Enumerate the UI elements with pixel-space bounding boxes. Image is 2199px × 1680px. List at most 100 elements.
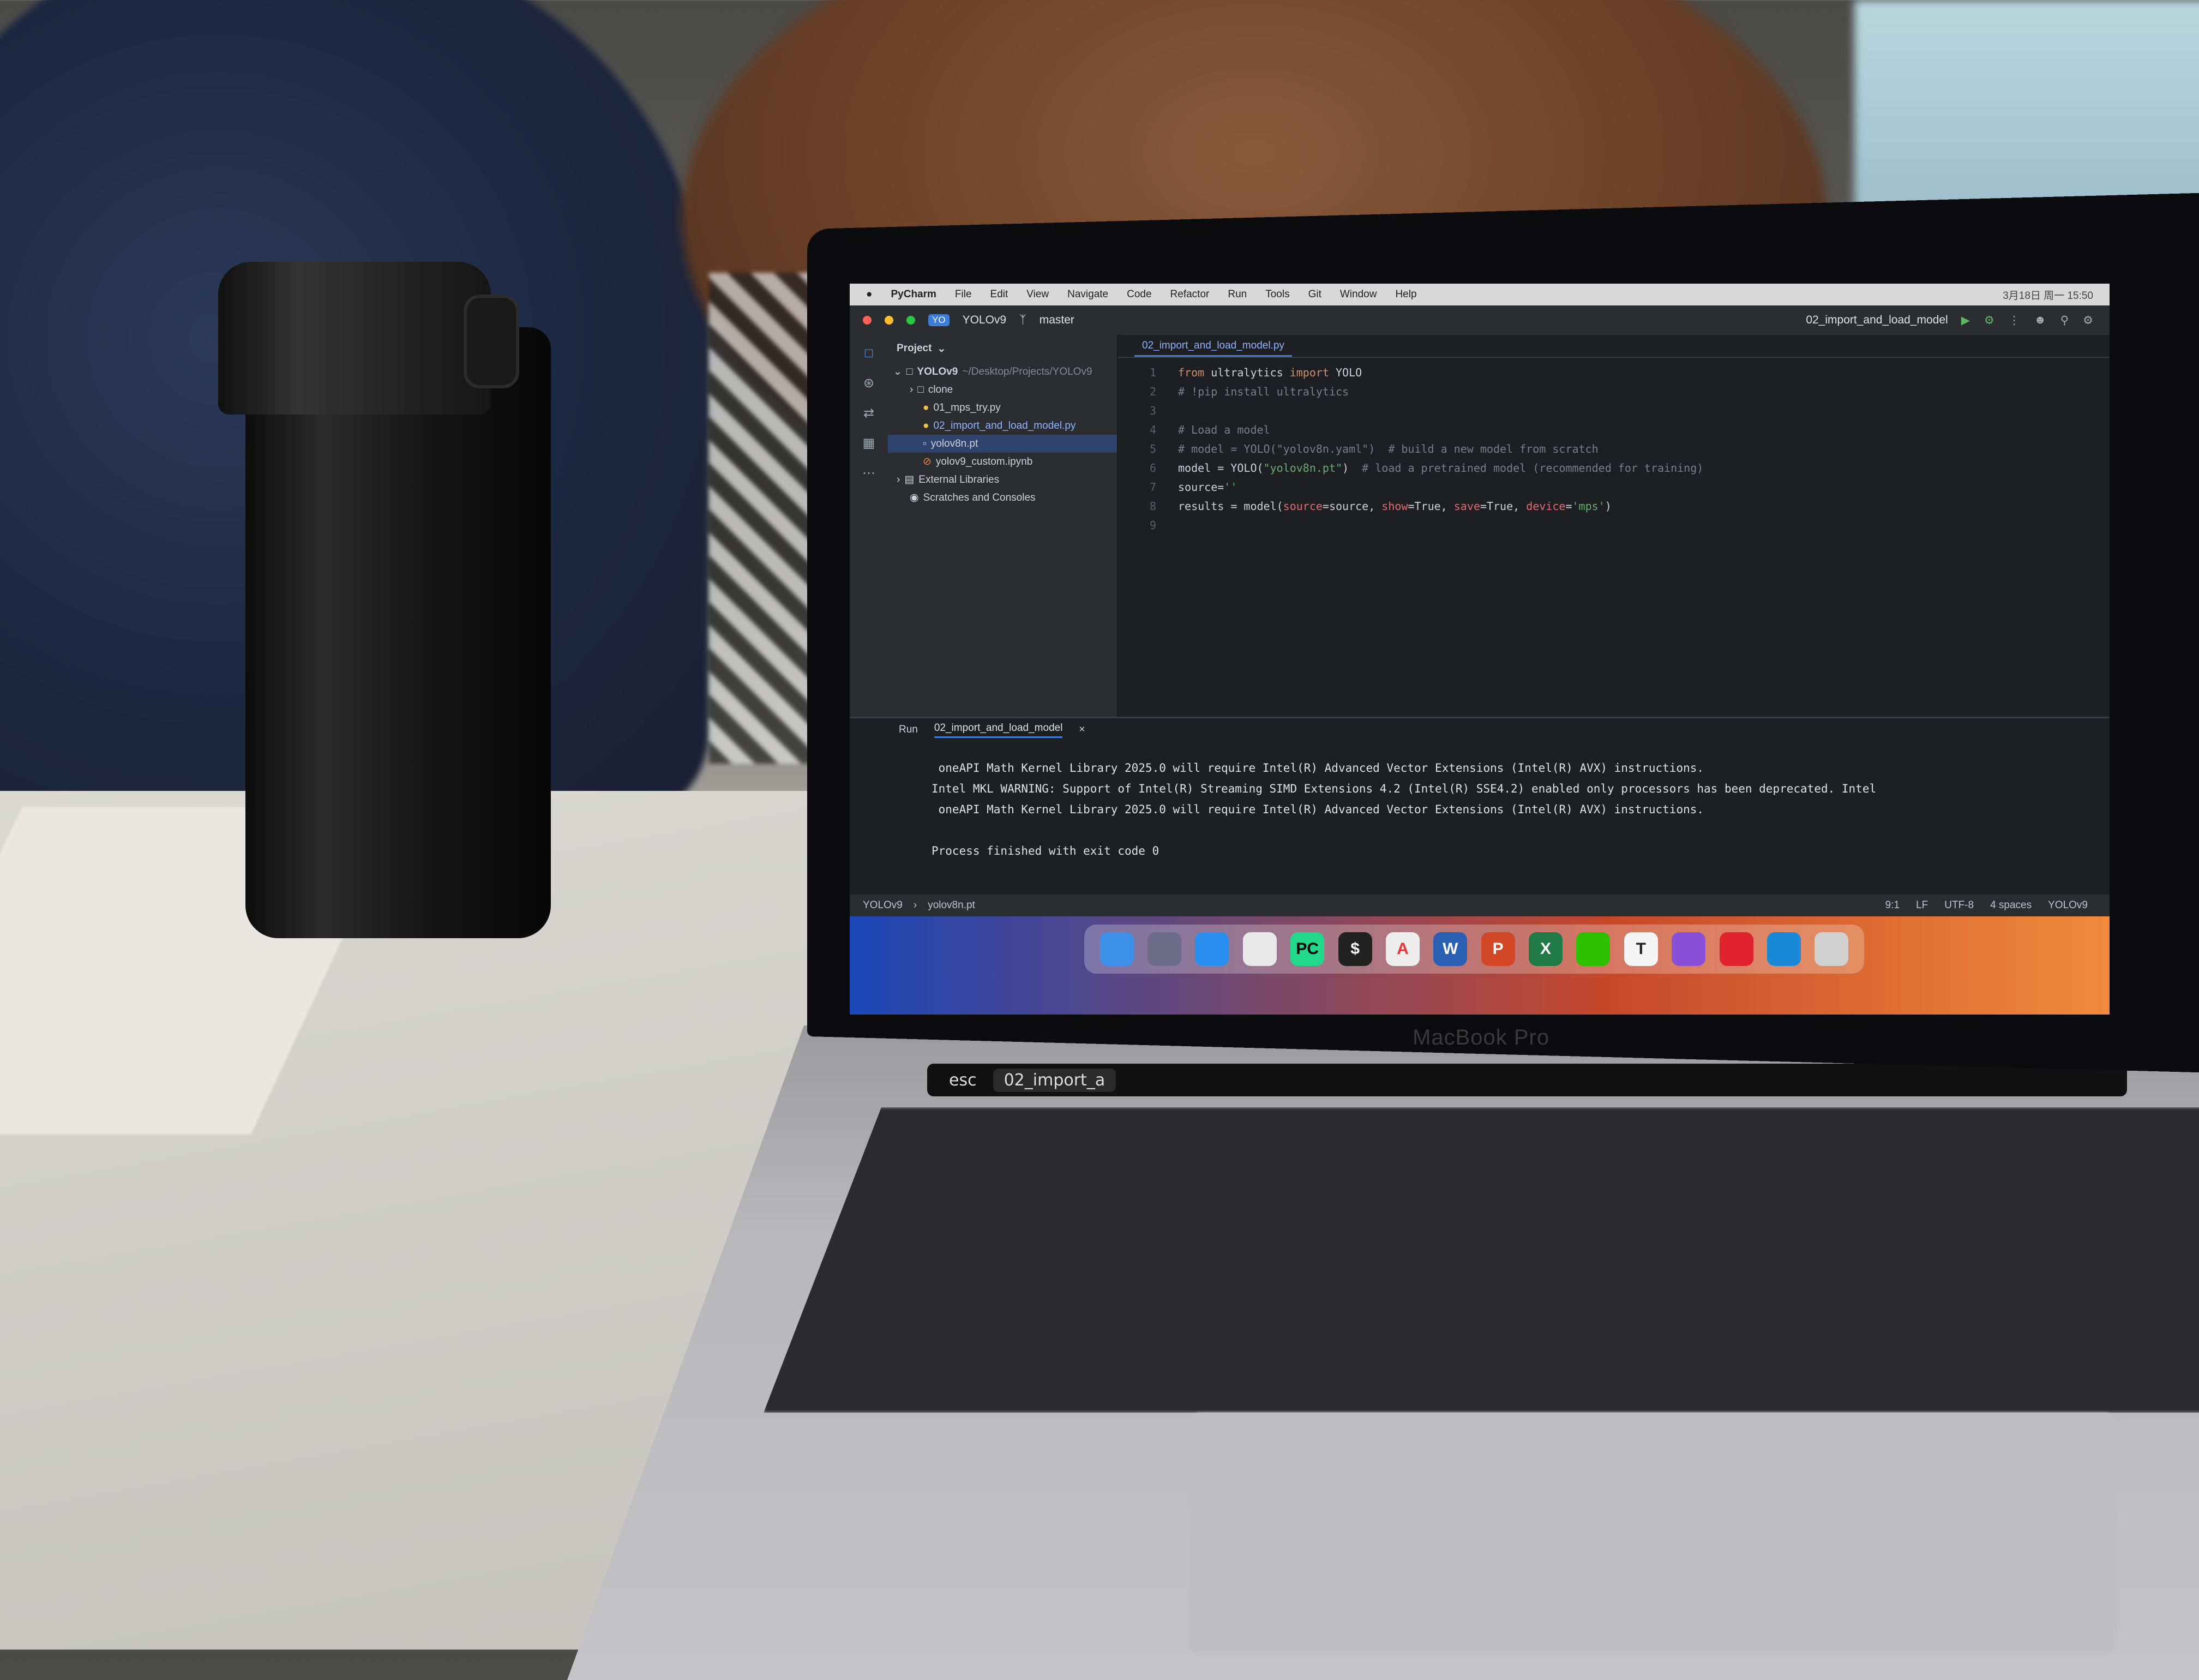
safari-icon[interactable]: [1195, 932, 1229, 966]
laptop-screen: ● PyCharm File Edit View Navigate Code R…: [850, 284, 2110, 1015]
menu-navigate[interactable]: Navigate: [1067, 289, 1108, 301]
editor-tab[interactable]: 02_import_and_load_model.py: [1134, 340, 1292, 357]
editor-tab-bar: 02_import_and_load_model.py: [1118, 335, 2110, 358]
app-store-icon[interactable]: A: [1385, 932, 1420, 966]
tree-item-root[interactable]: ⌄ □ YOLOv9 ~/Desktop/Projects/YOLOv9: [888, 363, 1117, 381]
search-icon[interactable]: ⚲: [2060, 314, 2069, 327]
finder-icon[interactable]: [1100, 932, 1134, 966]
netease-music-icon[interactable]: [1719, 932, 1753, 966]
menu-code[interactable]: Code: [1127, 289, 1151, 301]
tree-item-clone[interactable]: › □ clone: [888, 381, 1117, 399]
project-selector[interactable]: YOLOv9: [963, 314, 1007, 327]
launchpad-icon[interactable]: [1147, 932, 1182, 966]
add-user-icon[interactable]: ☻: [2034, 314, 2046, 327]
tree-item-scratches[interactable]: ◉ Scratches and Consoles: [888, 489, 1117, 507]
structure-icon[interactable]: ▦: [863, 435, 875, 451]
menu-tools[interactable]: Tools: [1265, 289, 1289, 301]
window-zoom-button[interactable]: [906, 316, 915, 325]
menu-window[interactable]: Window: [1340, 289, 1377, 301]
status-project[interactable]: YOLOv9: [863, 899, 903, 911]
line-number-gutter: 1 2 3 4 5 6 7 8 9: [1118, 363, 1167, 535]
powerpoint-icon[interactable]: P: [1481, 932, 1515, 966]
code-line: source='': [1178, 481, 1237, 494]
folder-icon: □: [906, 365, 913, 377]
close-icon[interactable]: ×: [1079, 724, 1085, 736]
menu-help[interactable]: Help: [1395, 289, 1416, 301]
line-number: 1: [1149, 366, 1156, 379]
line-number: 2: [1149, 385, 1156, 398]
menu-run[interactable]: Run: [1228, 289, 1247, 301]
window-minimize-button[interactable]: [885, 316, 893, 325]
menu-git[interactable]: Git: [1308, 289, 1321, 301]
console-output[interactable]: oneAPI Math Kernel Library 2025.0 will r…: [850, 741, 2110, 861]
status-position[interactable]: 9:1: [1885, 899, 1900, 911]
console-line: oneAPI Math Kernel Library 2025.0 will r…: [932, 803, 1704, 816]
status-interpreter[interactable]: YOLOv9: [2048, 899, 2088, 911]
project-panel-title[interactable]: Project: [897, 343, 932, 355]
chrome-icon[interactable]: [1242, 932, 1277, 966]
tree-item-file[interactable]: ● 01_mps_try.py: [888, 399, 1117, 417]
folder-icon[interactable]: □: [865, 346, 873, 361]
line-number: 3: [1149, 404, 1156, 417]
window-close-button[interactable]: [863, 316, 872, 325]
run-config-selector[interactable]: 02_import_and_load_model: [1806, 314, 1948, 327]
menu-edit[interactable]: Edit: [990, 289, 1008, 301]
keyboard: [764, 1107, 2199, 1413]
run-tab[interactable]: 02_import_and_load_model: [934, 722, 1063, 738]
tree-item-external-libraries[interactable]: › ▤ External Libraries: [888, 471, 1117, 489]
trash-icon[interactable]: [1815, 932, 1849, 966]
code-area[interactable]: 1 2 3 4 5 6 7 8 9 from ultralytics impor…: [1118, 358, 2110, 535]
menubar-app-name[interactable]: PyCharm: [891, 289, 936, 301]
tree-item-file-selected[interactable]: ▫ yolov8n.pt: [888, 435, 1117, 453]
settings-icon[interactable]: ⚙: [2083, 314, 2093, 327]
status-file[interactable]: yolov8n.pt: [928, 899, 975, 911]
github-icon[interactable]: [1672, 932, 1706, 966]
branch-selector[interactable]: master: [1040, 314, 1074, 327]
touchbar-run-config[interactable]: 02_import_a: [993, 1068, 1116, 1092]
menu-view[interactable]: View: [1026, 289, 1049, 301]
code-line: results = model(source=source, show=True…: [1178, 500, 1612, 513]
wechat-icon[interactable]: [1576, 932, 1611, 966]
line-number: 4: [1149, 423, 1156, 436]
touchbar-esc-label: esc: [949, 1070, 977, 1090]
code-line: # Load a model: [1178, 423, 1270, 436]
status-encoding[interactable]: UTF-8: [1944, 899, 1974, 911]
chevron-right-icon: ›: [910, 383, 914, 395]
status-bar: YOLOv9 › yolov8n.pt 9:1 LF UTF-8 4 space…: [850, 895, 2110, 916]
pull-request-icon[interactable]: ⇄: [863, 405, 874, 421]
more-tools-icon[interactable]: ⋯: [862, 465, 875, 481]
code-line: from ultralytics import YOLO: [1178, 366, 1362, 379]
menu-file[interactable]: File: [955, 289, 972, 301]
console-line: Process finished with exit code 0: [932, 844, 1159, 857]
chevron-down-icon[interactable]: ⌄: [937, 343, 946, 355]
menubar-clock[interactable]: 3月18日 周一 15:50: [2003, 287, 2110, 302]
chevron-down-icon: ⌄: [893, 366, 902, 377]
excel-icon[interactable]: X: [1529, 932, 1563, 966]
status-line-ending[interactable]: LF: [1916, 899, 1928, 911]
more-icon[interactable]: ⋮: [2009, 314, 2020, 327]
thermos-bottle: [245, 327, 551, 938]
touch-bar[interactable]: esc 02_import_a: [927, 1064, 2127, 1096]
apple-icon[interactable]: ●: [866, 289, 872, 301]
typora-icon[interactable]: T: [1624, 932, 1658, 966]
line-number: 5: [1149, 442, 1156, 455]
debug-icon[interactable]: ⚙: [1984, 314, 1994, 327]
thermos-lid: [218, 262, 491, 415]
console-line: oneAPI Math Kernel Library 2025.0 will r…: [932, 761, 1704, 775]
status-indent[interactable]: 4 spaces: [1990, 899, 2032, 911]
pycharm-icon[interactable]: PC: [1290, 932, 1325, 966]
commit-icon[interactable]: ⊛: [863, 375, 874, 391]
tree-item-file[interactable]: ● 02_import_and_load_model.py: [888, 417, 1117, 435]
branch-icon: ᛉ: [1019, 314, 1026, 326]
laptop-brand-label: MacBook Pro: [1413, 1025, 1550, 1049]
vscode-icon[interactable]: [1767, 932, 1801, 966]
tree-item-file[interactable]: ⊘ yolov9_custom.ipynb: [888, 453, 1117, 471]
run-icon[interactable]: ▶: [1961, 314, 1970, 327]
code-editor[interactable]: 02_import_and_load_model.py 1 2 3 4 5 6 …: [1118, 335, 2110, 717]
menu-refactor[interactable]: Refactor: [1170, 289, 1210, 301]
ide-toolbar: YO YOLOv9 ᛉ master 02_import_and_load_mo…: [850, 305, 2110, 335]
terminal-icon[interactable]: $: [1338, 932, 1372, 966]
word-icon[interactable]: W: [1433, 932, 1468, 966]
